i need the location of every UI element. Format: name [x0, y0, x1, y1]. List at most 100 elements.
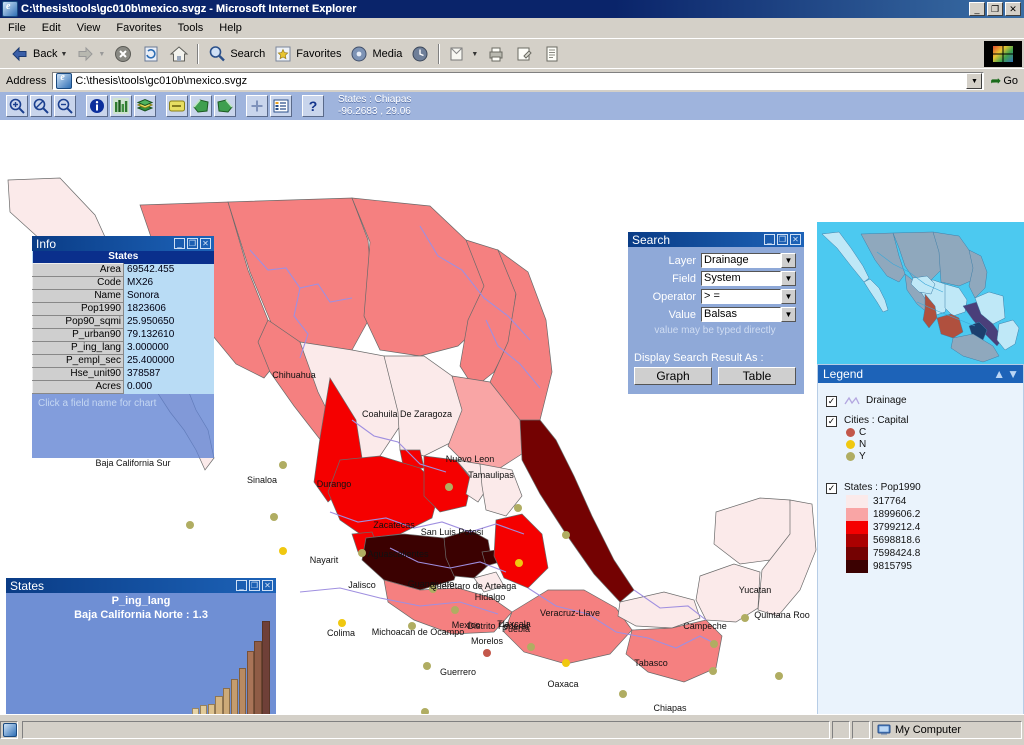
info-row[interactable]: P_empl_sec 25.400000 [32, 354, 214, 368]
info-field-name[interactable]: Area [32, 263, 124, 277]
info-field-name[interactable]: Pop90_sqmi [32, 315, 124, 329]
search-table-button[interactable]: Table [718, 367, 796, 385]
info-field-name[interactable]: Code [32, 276, 124, 290]
address-chevron-down-icon[interactable]: ▼ [966, 73, 983, 89]
info-row[interactable]: Pop90_sqmi 25.950650 [32, 315, 214, 329]
info-maximize-button[interactable]: ❐ [187, 238, 198, 249]
search-value-chevron-down-icon[interactable]: ▼ [781, 307, 796, 322]
info-close-button[interactable]: ✕ [200, 238, 211, 249]
discuss-button[interactable] [538, 42, 566, 66]
search-value-input[interactable]: Balsas [701, 307, 781, 322]
legend-layer-cities[interactable]: ✓ Cities : Capital C N Y [826, 415, 1023, 462]
table-tool[interactable] [270, 95, 292, 117]
chart-bar[interactable] [207, 703, 215, 714]
search-field-chevron-down-icon[interactable]: ▼ [781, 271, 796, 286]
back-button[interactable]: Back ▼ [6, 42, 71, 66]
chart-bar[interactable] [230, 679, 239, 714]
info-row[interactable]: Acres 0.000 [32, 380, 214, 394]
chart-bar[interactable] [254, 641, 262, 714]
legend-scroll-up-icon[interactable]: ▲ [993, 368, 1005, 380]
help-tool[interactable]: ? [302, 95, 324, 117]
info-field-name[interactable]: Acres [32, 380, 124, 394]
edit-button[interactable] [510, 42, 538, 66]
legend-scroll-down-icon[interactable]: ▼ [1007, 368, 1019, 380]
chart-panel[interactable]: States _ ❐ ✕ P_ing_lang Baja California … [6, 578, 276, 714]
info-field-name[interactable]: P_ing_lang [32, 341, 124, 355]
refresh-button[interactable] [137, 42, 165, 66]
search-graph-button[interactable]: Graph [634, 367, 712, 385]
chart-close-button[interactable]: ✕ [262, 580, 273, 591]
add-tool[interactable] [246, 95, 268, 117]
info-field-name[interactable]: Name [32, 289, 124, 303]
search-button[interactable]: Search [203, 42, 269, 66]
search-panel-titlebar[interactable]: Search _ ❐ ✕ [628, 232, 804, 247]
search-panel[interactable]: Search _ ❐ ✕ Layer Drainage ▼ Field Syst… [628, 232, 804, 394]
search-operator-input[interactable]: > = [701, 289, 781, 304]
favorites-button[interactable]: Favorites [269, 42, 345, 66]
info-field-name[interactable]: Pop1990 [32, 302, 124, 316]
menu-item-edit[interactable]: Edit [34, 20, 69, 36]
info-row[interactable]: P_urban90 79.132610 [32, 328, 214, 342]
print-button[interactable] [482, 42, 510, 66]
chart-bar[interactable] [215, 696, 223, 714]
address-input[interactable]: C:\thesis\tools\gc010b\mexico.svgz ▼ [52, 72, 985, 90]
chart-maximize-button[interactable]: ❐ [249, 580, 260, 591]
chart-minimize-button[interactable]: _ [236, 580, 247, 591]
info-row[interactable]: P_ing_lang 3.000000 [32, 341, 214, 355]
info-field-name[interactable]: P_empl_sec [32, 354, 124, 368]
info-row[interactable]: Area 69542.455 [32, 263, 214, 277]
pan-right-tool[interactable] [214, 95, 236, 117]
mail-chevron-down-icon[interactable]: ▼ [471, 51, 478, 58]
info-field-name[interactable]: Hse_unit90 [32, 367, 124, 381]
search-maximize-button[interactable]: ❐ [777, 234, 788, 245]
info-row[interactable]: Code MX26 [32, 276, 214, 290]
info-row[interactable]: Name Sonora [32, 289, 214, 303]
menu-item-view[interactable]: View [69, 20, 109, 36]
info-row[interactable]: Hse_unit90 378587 [32, 367, 214, 381]
layers-tool[interactable] [134, 95, 156, 117]
chart-bar[interactable] [246, 651, 254, 714]
chart-panel-titlebar[interactable]: States _ ❐ ✕ [6, 578, 276, 593]
zoom-reset-tool[interactable] [30, 95, 52, 117]
pan-left-tool[interactable] [190, 95, 212, 117]
info-tool[interactable] [86, 95, 108, 117]
chart-bar[interactable] [238, 667, 247, 714]
chart-bars[interactable] [20, 618, 270, 714]
legend-checkbox-drainage[interactable]: ✓ [826, 396, 837, 407]
chart-bar[interactable] [199, 704, 207, 714]
legend-checkbox-cities[interactable]: ✓ [826, 416, 837, 427]
legend-layer-drainage[interactable]: ✓ Drainage [826, 395, 1023, 407]
legend-layer-states[interactable]: ✓ States : Pop1990 317764 1899606.2 379921… [826, 482, 1023, 573]
legend-tool[interactable] [166, 95, 188, 117]
search-field-input[interactable]: System [701, 271, 781, 286]
zoom-out-tool[interactable] [54, 95, 76, 117]
menu-item-favorites[interactable]: Favorites [108, 20, 169, 36]
search-close-button[interactable]: ✕ [790, 234, 801, 245]
info-panel[interactable]: Info _ ❐ ✕ States Area 69542.455 Code MX26 N… [32, 236, 214, 458]
status-security-zone[interactable]: My Computer [872, 721, 1022, 739]
search-operator-chevron-down-icon[interactable]: ▼ [781, 289, 796, 304]
info-row[interactable]: Pop1990 1823606 [32, 302, 214, 316]
forward-button[interactable]: ▼ [71, 42, 109, 66]
history-button[interactable] [406, 42, 434, 66]
minimize-button[interactable]: _ [969, 2, 985, 16]
go-button[interactable]: ➦ Go [984, 73, 1024, 89]
menu-item-file[interactable]: File [0, 20, 34, 36]
zoom-in-tool[interactable] [6, 95, 28, 117]
chart-bar[interactable] [223, 687, 231, 714]
overview-map[interactable] [817, 222, 1024, 364]
info-field-name[interactable]: P_urban90 [32, 328, 124, 342]
mail-button[interactable]: ▼ [444, 42, 482, 66]
back-chevron-down-icon[interactable]: ▼ [60, 51, 67, 58]
maximize-button[interactable]: ❐ [987, 2, 1003, 16]
menu-item-tools[interactable]: Tools [170, 20, 212, 36]
chart-tool[interactable] [110, 95, 132, 117]
media-button[interactable]: Media [345, 42, 406, 66]
close-button[interactable]: ✕ [1005, 2, 1021, 16]
search-layer-input[interactable]: Drainage [701, 253, 781, 268]
legend-checkbox-states[interactable]: ✓ [826, 483, 837, 494]
menu-item-help[interactable]: Help [211, 20, 250, 36]
info-panel-titlebar[interactable]: Info _ ❐ ✕ [32, 236, 214, 251]
home-button[interactable] [165, 42, 193, 66]
stop-button[interactable] [109, 42, 137, 66]
